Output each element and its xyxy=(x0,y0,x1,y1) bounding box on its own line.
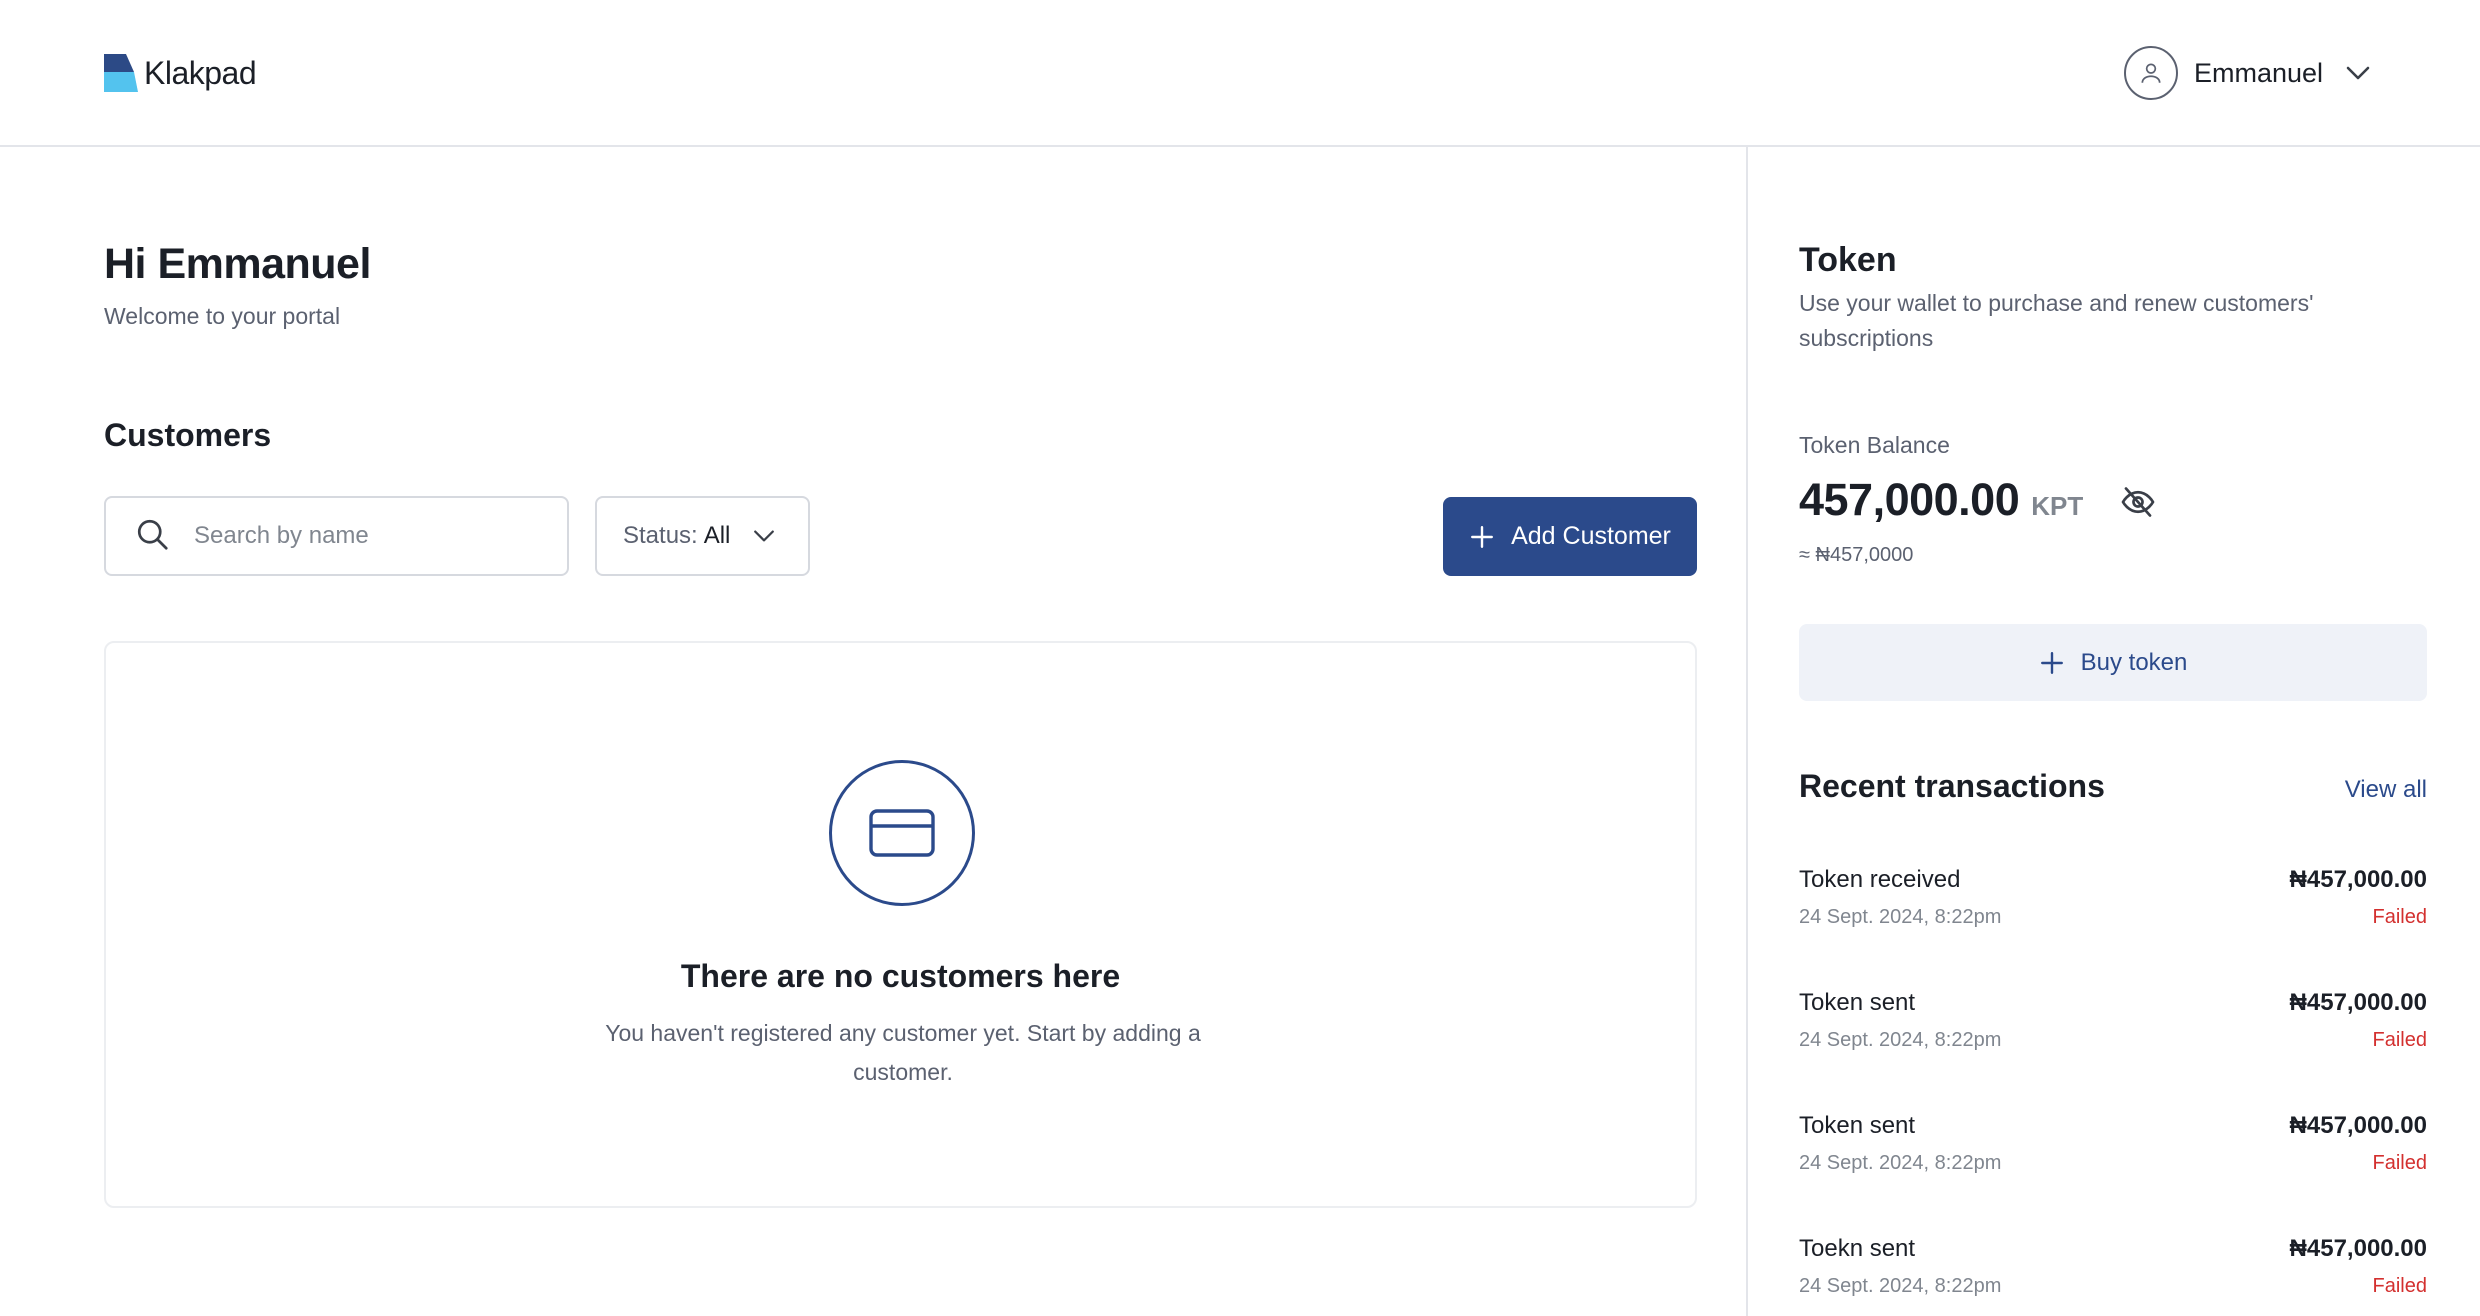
transaction-date: 24 Sept. 2024, 8:22pm xyxy=(1799,1275,2002,1297)
add-customer-label: Add Customer xyxy=(1511,522,1671,550)
token-balance-approx: ≈ ₦457,0000 xyxy=(1799,544,1914,566)
token-balance-unit: KPT xyxy=(2031,491,2084,521)
customers-title: Customers xyxy=(104,417,272,453)
transaction-name: Token sent xyxy=(1799,989,1916,1016)
greeting-subtitle: Welcome to your portal xyxy=(104,303,341,329)
view-all-link[interactable]: View all xyxy=(2345,776,2427,804)
user-icon xyxy=(2124,46,2178,100)
chevron-down-icon xyxy=(752,529,776,543)
eye-off-icon[interactable] xyxy=(2120,484,2156,525)
transaction-item[interactable]: Toekn sent 24 Sept. 2024, 8:22pm ₦457,00… xyxy=(1799,1235,2427,1315)
status-filter-dropdown[interactable]: Status: All xyxy=(595,496,810,576)
empty-state-text: You haven't registered any customer yet.… xyxy=(605,1020,1201,1085)
transaction-status: Failed xyxy=(2372,1275,2427,1297)
top-header: Klakpad Emmanuel xyxy=(0,0,2480,147)
transaction-date: 24 Sept. 2024, 8:22pm xyxy=(1799,1152,2002,1174)
recent-transactions-title: Recent transactions xyxy=(1799,768,2105,804)
buy-token-button[interactable]: Buy token xyxy=(1799,624,2427,701)
search-input[interactable] xyxy=(194,522,554,550)
user-name: Emmanuel xyxy=(2194,57,2324,88)
token-balance-amount: 457,000.00 xyxy=(1799,474,2020,525)
user-menu[interactable]: Emmanuel xyxy=(2124,46,2371,100)
plus-icon xyxy=(2040,651,2063,674)
transaction-name: Token received xyxy=(1799,866,1961,893)
greeting-title: Hi Emmanuel xyxy=(104,240,371,288)
panel-divider xyxy=(1746,147,1748,1316)
token-title: Token xyxy=(1799,241,1897,279)
transaction-item[interactable]: Token received 24 Sept. 2024, 8:22pm ₦45… xyxy=(1799,866,2427,946)
transaction-amount: ₦457,000.00 xyxy=(2289,1112,2427,1139)
transaction-name: Toekn sent xyxy=(1799,1235,1916,1262)
plus-icon xyxy=(1471,525,1494,548)
empty-state-title: There are no customers here xyxy=(680,958,1121,994)
customer-search[interactable] xyxy=(104,496,569,576)
transaction-item[interactable]: Token sent 24 Sept. 2024, 8:22pm ₦457,00… xyxy=(1799,989,2427,1069)
transaction-status: Failed xyxy=(2372,1029,2427,1051)
status-filter-value: All xyxy=(703,522,731,549)
transaction-name: Token sent xyxy=(1799,1112,1916,1139)
logo-text: Klakpad xyxy=(144,54,257,91)
customers-empty-state: There are no customers here You haven't … xyxy=(104,641,1697,1208)
transaction-amount: ₦457,000.00 xyxy=(2289,1235,2427,1262)
transaction-date: 24 Sept. 2024, 8:22pm xyxy=(1799,906,2002,928)
transaction-amount: ₦457,000.00 xyxy=(2289,866,2427,893)
transaction-status: Failed xyxy=(2372,906,2427,928)
status-filter-label: Status: xyxy=(623,522,698,549)
klakpad-logo[interactable]: Klakpad xyxy=(104,54,257,92)
transaction-status: Failed xyxy=(2372,1152,2427,1174)
search-icon xyxy=(134,516,170,557)
buy-token-label: Buy token xyxy=(2080,648,2188,676)
transaction-date: 24 Sept. 2024, 8:22pm xyxy=(1799,1029,2002,1051)
chevron-down-icon xyxy=(2345,65,2371,81)
add-customer-button[interactable]: Add Customer xyxy=(1443,497,1697,576)
token-balance: 457,000.00 KPT xyxy=(1799,474,2083,526)
token-subtitle: Use your wallet to purchase and renew cu… xyxy=(1799,290,2314,351)
credit-card-icon xyxy=(829,760,975,906)
token-balance-label: Token Balance xyxy=(1799,432,1950,458)
transaction-item[interactable]: Token sent 24 Sept. 2024, 8:22pm ₦457,00… xyxy=(1799,1112,2427,1192)
logo-mark-icon xyxy=(104,54,138,92)
transaction-amount: ₦457,000.00 xyxy=(2289,989,2427,1016)
